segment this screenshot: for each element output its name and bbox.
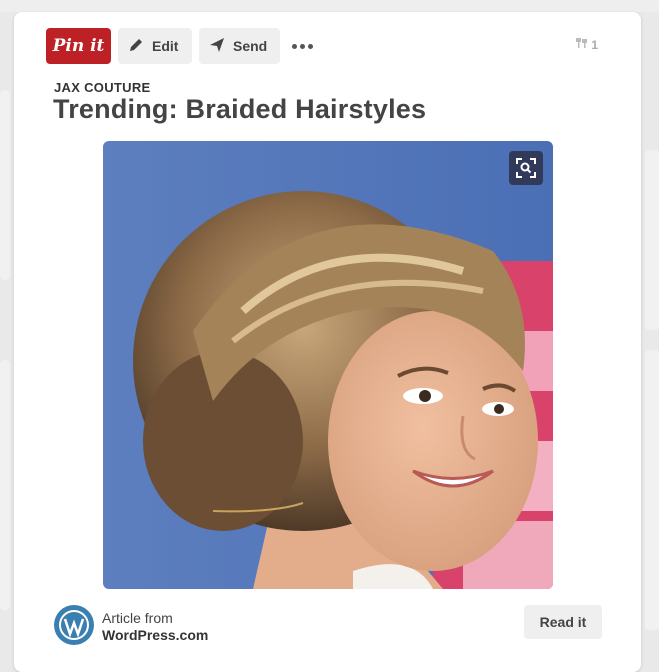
- send-label: Send: [233, 38, 268, 54]
- repin-count[interactable]: 1: [575, 37, 598, 52]
- background-top-bar: [0, 0, 659, 12]
- background-pin-right-lower: [645, 350, 659, 630]
- wordpress-logo-icon[interactable]: [54, 605, 94, 645]
- dot-icon: [291, 43, 297, 49]
- edit-label: Edit: [152, 38, 179, 54]
- visual-search-button[interactable]: [509, 151, 543, 185]
- visual-search-icon: [516, 158, 536, 178]
- pin-closeup-card: Pin it Edit Send 1 JAX COUTURE Trending:…: [14, 12, 641, 672]
- more-options-button[interactable]: [287, 28, 317, 64]
- send-button[interactable]: Send: [199, 28, 280, 64]
- article-domain-link[interactable]: WordPress.com: [102, 627, 208, 643]
- dot-icon: [307, 43, 313, 49]
- article-from-label: Article from: [102, 610, 173, 626]
- read-it-button[interactable]: Read it: [524, 605, 602, 639]
- pin-it-label: Pin it: [52, 36, 105, 56]
- edit-button[interactable]: Edit: [118, 28, 192, 64]
- background-pin-left: [0, 90, 10, 280]
- repin-count-value: 1: [591, 37, 598, 52]
- pin-image[interactable]: [103, 141, 553, 589]
- pin-title: Trending: Braided Hairstyles: [53, 94, 427, 124]
- read-it-label: Read it: [539, 614, 587, 630]
- paper-plane-icon: [209, 37, 225, 56]
- pin-source[interactable]: JAX COUTURE: [54, 80, 150, 95]
- pencil-icon: [128, 37, 144, 56]
- pushpin-icon: [575, 37, 589, 52]
- pin-toolbar: Pin it Edit Send: [46, 28, 317, 64]
- background-pin-left-lower: [0, 360, 10, 610]
- pin-it-button[interactable]: Pin it: [46, 28, 111, 64]
- dot-icon: [299, 43, 305, 49]
- background-pin-right: [645, 150, 659, 330]
